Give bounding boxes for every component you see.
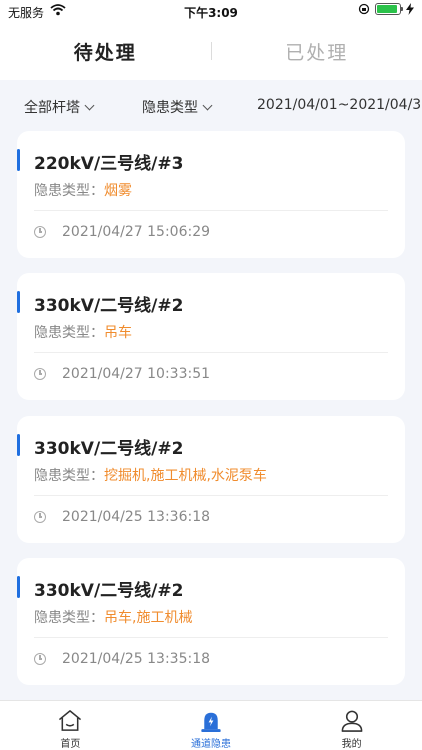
date-range-filter[interactable]: 2021/04/01~2021/04/30 — [257, 97, 422, 113]
card-title: 330kV/二号线/#2 — [34, 581, 184, 601]
card-hazard: 隐患类型：吊车,施工机械 — [34, 607, 192, 627]
nav-channel-hazard-label: 通道隐患 — [191, 739, 231, 750]
bottom-nav: 首页 通道隐患 我的 — [0, 700, 422, 750]
card-time: 2021/04/27 10:33:51 — [62, 366, 211, 382]
clock-icon — [34, 511, 46, 523]
home-icon — [59, 710, 82, 731]
hazard-value: 烟雾 — [104, 183, 132, 199]
hazard-card[interactable]: 330kV/二号线/#2 隐患类型：吊车 2021/04/27 10:33:51 — [17, 273, 405, 400]
nav-home[interactable]: 首页 — [0, 701, 141, 750]
tower-filter[interactable]: 全部杆塔 — [24, 97, 95, 117]
alarm-icon — [201, 712, 221, 733]
card-accent — [17, 149, 20, 171]
clock-icon — [34, 653, 46, 665]
card-divider — [34, 637, 388, 638]
clock-icon — [34, 226, 46, 238]
chevron-down-icon — [84, 100, 95, 110]
hazard-value: 吊车 — [104, 325, 132, 341]
hazard-type-filter-label: 隐患类型 — [142, 100, 198, 116]
hazard-label: 隐患类型： — [34, 183, 104, 199]
card-title: 330kV/二号线/#2 — [34, 439, 184, 459]
card-divider — [34, 495, 388, 496]
nav-mine-label: 我的 — [341, 739, 362, 750]
chevron-down-icon — [202, 100, 213, 110]
card-time: 2021/04/27 15:06:29 — [62, 224, 211, 240]
card-accent — [17, 291, 20, 313]
card-divider — [34, 352, 388, 353]
battery-icon — [375, 3, 403, 15]
tab-bar: 待处理 已处理 — [0, 22, 422, 80]
card-title: 330kV/二号线/#2 — [34, 296, 184, 316]
hazard-value: 吊车,施工机械 — [104, 610, 193, 626]
hazard-label: 隐患类型： — [34, 468, 104, 484]
orientation-lock-icon — [358, 3, 370, 15]
card-time: 2021/04/25 13:36:18 — [62, 509, 211, 525]
nav-home-label: 首页 — [60, 739, 81, 750]
hazard-card[interactable]: 220kV/三号线/#3 隐患类型：烟雾 2021/04/27 15:06:29 — [17, 131, 405, 258]
charging-icon — [406, 3, 414, 15]
card-title: 220kV/三号线/#3 — [34, 154, 184, 174]
card-time-row: 2021/04/27 10:33:51 — [34, 366, 210, 382]
nav-mine[interactable]: 我的 — [281, 701, 422, 750]
card-accent — [17, 576, 20, 598]
status-right — [358, 3, 414, 15]
card-time-row: 2021/04/25 13:36:18 — [34, 509, 210, 525]
hazard-value: 挖掘机,施工机械,水泥泵车 — [104, 468, 267, 484]
nav-channel-hazard[interactable]: 通道隐患 — [141, 701, 282, 750]
card-divider — [34, 210, 388, 211]
card-time: 2021/04/25 13:35:18 — [62, 651, 211, 667]
card-time-row: 2021/04/27 15:06:29 — [34, 224, 210, 240]
tab-processed[interactable]: 已处理 — [212, 38, 422, 65]
card-hazard: 隐患类型：烟雾 — [34, 180, 132, 200]
card-accent — [17, 434, 20, 456]
card-hazard: 隐患类型：吊车 — [34, 322, 132, 342]
hazard-card[interactable]: 330kV/二号线/#2 隐患类型：挖掘机,施工机械,水泥泵车 2021/04/… — [17, 416, 405, 543]
user-icon — [341, 710, 363, 732]
hazard-label: 隐患类型： — [34, 610, 104, 626]
status-bar: 无服务 下午3:09 — [0, 0, 422, 22]
tab-pending[interactable]: 待处理 — [0, 38, 211, 65]
hazard-card[interactable]: 330kV/二号线/#2 隐患类型：吊车,施工机械 2021/04/25 13:… — [17, 558, 405, 685]
clock-icon — [34, 368, 46, 380]
date-range-label: 2021/04/01~2021/04/30 — [257, 97, 422, 113]
card-time-row: 2021/04/25 13:35:18 — [34, 651, 210, 667]
hazard-type-filter[interactable]: 隐患类型 — [142, 97, 213, 117]
filter-bar: 全部杆塔 隐患类型 2021/04/01~2021/04/30 — [0, 80, 422, 132]
tower-filter-label: 全部杆塔 — [24, 100, 80, 116]
hazard-label: 隐患类型： — [34, 325, 104, 341]
card-hazard: 隐患类型：挖掘机,施工机械,水泥泵车 — [34, 465, 267, 485]
